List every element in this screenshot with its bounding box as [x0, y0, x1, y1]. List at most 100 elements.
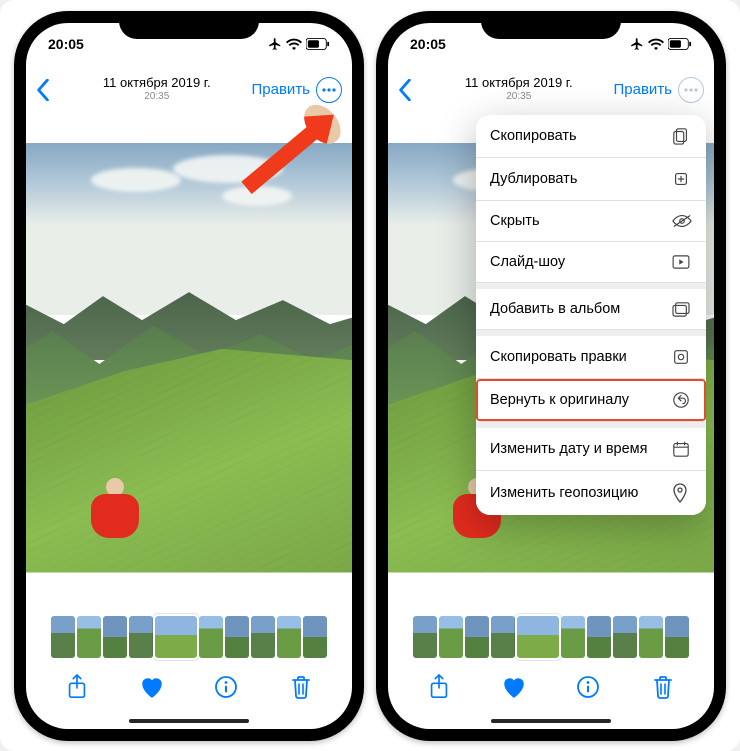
info-button[interactable] [573, 672, 603, 702]
menu-label: Дублировать [490, 171, 577, 187]
edit-button[interactable]: Править [614, 81, 673, 98]
battery-icon [306, 38, 330, 50]
menu-label: Добавить в альбом [490, 301, 620, 317]
wifi-icon [286, 38, 302, 50]
thumbnail[interactable] [225, 616, 249, 658]
screen-right: 20:05 11 октября 2019 г. 20:35 Править [388, 23, 714, 729]
info-icon [576, 675, 600, 699]
share-icon [428, 674, 450, 700]
copy-icon [672, 127, 692, 145]
wifi-icon [648, 38, 664, 50]
notch [119, 11, 259, 39]
ellipsis-icon [684, 88, 698, 92]
home-indicator[interactable] [491, 719, 611, 723]
thumbnail[interactable] [251, 616, 275, 658]
delete-button[interactable] [286, 672, 316, 702]
thumbnail[interactable] [77, 616, 101, 658]
status-time: 20:05 [48, 36, 84, 52]
thumbnail[interactable] [129, 616, 153, 658]
calendar-icon [672, 440, 692, 458]
comparison-canvas: 20:05 11 октября 2019 г. 20:35 Править [0, 0, 740, 751]
back-button[interactable] [36, 79, 62, 101]
airplane-icon [268, 37, 282, 51]
thumbnail[interactable] [587, 616, 611, 658]
thumbnail-strip[interactable] [26, 613, 352, 661]
thumbnail[interactable] [439, 616, 463, 658]
thumbnail[interactable] [103, 616, 127, 658]
favorite-button[interactable] [499, 672, 529, 702]
menu-label: Скрыть [490, 213, 540, 229]
thumbnail[interactable] [639, 616, 663, 658]
info-icon [214, 675, 238, 699]
delete-button[interactable] [648, 672, 678, 702]
menu-label: Скопировать [490, 128, 577, 144]
menu-edit-date[interactable]: Изменить дату и время [476, 428, 706, 471]
thumbnail-selected[interactable] [517, 616, 559, 658]
nav-bar: 11 октября 2019 г. 20:35 Править [388, 65, 714, 115]
airplane-icon [630, 37, 644, 51]
photo-date: 11 октября 2019 г. [424, 76, 614, 91]
thumbnail-strip[interactable] [388, 613, 714, 661]
thumbnail[interactable] [465, 616, 489, 658]
menu-label: Изменить геопозицию [490, 485, 638, 501]
photo-viewport[interactable] [26, 143, 352, 573]
more-button[interactable] [678, 77, 704, 103]
thumbnail-selected[interactable] [155, 616, 197, 658]
menu-edit-location[interactable]: Изменить геопозицию [476, 471, 706, 515]
hide-icon [672, 214, 692, 228]
play-icon [672, 255, 692, 269]
menu-slideshow[interactable]: Слайд-шоу [476, 242, 706, 283]
thumbnail[interactable] [199, 616, 223, 658]
chevron-left-icon [398, 79, 412, 101]
home-indicator[interactable] [129, 719, 249, 723]
photo-time: 20:35 [424, 91, 614, 103]
nav-title: 11 октября 2019 г. 20:35 [62, 76, 252, 102]
share-button[interactable] [424, 672, 454, 702]
thumbnail[interactable] [613, 616, 637, 658]
status-indicators [630, 37, 692, 51]
heart-icon [139, 675, 165, 699]
status-indicators [268, 37, 330, 51]
share-icon [66, 674, 88, 700]
thumbnail[interactable] [491, 616, 515, 658]
menu-hide[interactable]: Скрыть [476, 201, 706, 242]
duplicate-icon [672, 170, 692, 188]
favorite-button[interactable] [137, 672, 167, 702]
ellipsis-icon [322, 88, 336, 92]
thumbnail[interactable] [277, 616, 301, 658]
phone-left: 20:05 11 октября 2019 г. 20:35 Править [14, 11, 364, 741]
back-button[interactable] [398, 79, 424, 101]
more-button[interactable] [316, 77, 342, 103]
menu-add-album[interactable]: Добавить в альбом [476, 289, 706, 330]
info-button[interactable] [211, 672, 241, 702]
album-icon [672, 301, 692, 317]
thumbnail[interactable] [303, 616, 327, 658]
thumbnail[interactable] [665, 616, 689, 658]
thumbnail[interactable] [413, 616, 437, 658]
nav-bar: 11 октября 2019 г. 20:35 Править [26, 65, 352, 115]
menu-duplicate[interactable]: Дублировать [476, 158, 706, 201]
edit-button[interactable]: Править [252, 81, 311, 98]
trash-icon [652, 674, 674, 700]
menu-label: Слайд-шоу [490, 254, 565, 270]
revert-icon [672, 391, 692, 409]
phone-right: 20:05 11 октября 2019 г. 20:35 Править [376, 11, 726, 741]
thumbnail[interactable] [51, 616, 75, 658]
menu-label: Скопировать правки [490, 349, 627, 365]
battery-icon [668, 38, 692, 50]
menu-label: Изменить дату и время [490, 441, 648, 457]
screen-left: 20:05 11 октября 2019 г. 20:35 Править [26, 23, 352, 729]
menu-copy-edits[interactable]: Скопировать правки [476, 336, 706, 379]
context-menu: Скопировать Дублировать Скрыть [476, 115, 706, 515]
menu-copy[interactable]: Скопировать [476, 115, 706, 158]
location-icon [672, 483, 692, 503]
nav-title: 11 октября 2019 г. 20:35 [424, 76, 614, 102]
photo-date: 11 октября 2019 г. [62, 76, 252, 91]
photo-subject [85, 478, 145, 538]
share-button[interactable] [62, 672, 92, 702]
thumbnail[interactable] [561, 616, 585, 658]
notch [481, 11, 621, 39]
menu-revert[interactable]: Вернуть к оригиналу [476, 379, 706, 422]
copy-edits-icon [672, 348, 692, 366]
status-time: 20:05 [410, 36, 446, 52]
